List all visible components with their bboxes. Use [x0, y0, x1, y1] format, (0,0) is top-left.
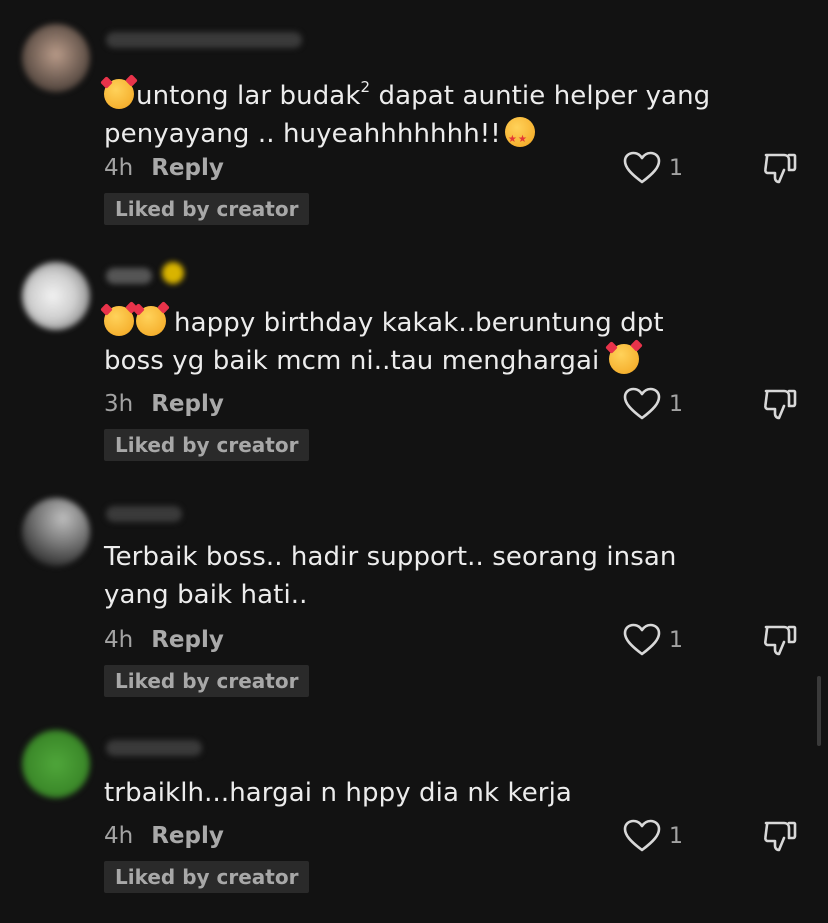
timestamp: 4h	[104, 155, 134, 181]
liked-by-creator-badge: Liked by creator	[104, 429, 310, 461]
comment-meta: 3h Reply	[104, 388, 224, 420]
avatar[interactable]	[22, 498, 90, 566]
smiling-face-with-hearts-icon	[136, 306, 166, 336]
like-count: 1	[669, 391, 683, 417]
thumbs-down-icon[interactable]	[762, 150, 798, 186]
timestamp: 4h	[104, 627, 134, 653]
like-button[interactable]: 1	[623, 150, 683, 186]
like-button[interactable]: 1	[623, 386, 683, 422]
heart-outline-icon	[623, 387, 661, 420]
thumbs-down-icon[interactable]	[762, 818, 798, 854]
liked-by-creator-badge: Liked by creator	[104, 665, 310, 697]
comment-text: Terbaik boss.. hadir support.. seorang i…	[104, 542, 677, 610]
thumbs-down-icon[interactable]	[762, 386, 798, 422]
liked-by-creator-badge: Liked by creator	[104, 861, 310, 893]
comment-meta: 4h Reply	[104, 624, 224, 656]
username[interactable]	[106, 32, 302, 48]
comment-text: untong lar budak2 dapat auntie helper ya…	[104, 68, 744, 159]
star-struck-icon	[504, 117, 535, 159]
smiling-face-with-hearts-icon	[609, 344, 640, 374]
smiling-face-with-hearts-icon	[104, 79, 134, 109]
like-count: 1	[669, 823, 683, 849]
heart-outline-icon	[623, 623, 661, 656]
like-count: 1	[669, 155, 683, 181]
like-button[interactable]: 1	[623, 818, 683, 854]
scrollbar[interactable]	[817, 676, 821, 746]
timestamp: 4h	[104, 823, 134, 849]
timestamp: 3h	[104, 391, 134, 417]
reply-button[interactable]: Reply	[151, 391, 224, 417]
reply-button[interactable]: Reply	[151, 823, 224, 849]
heart-outline-icon	[623, 151, 661, 184]
thumbs-down-icon[interactable]	[762, 622, 798, 658]
comment-text: trbaiklh...hargai n hppy dia nk kerja	[104, 778, 572, 808]
like-count: 1	[669, 627, 683, 653]
avatar[interactable]	[22, 262, 90, 330]
username[interactable]	[106, 740, 202, 756]
comment-meta: 4h Reply	[104, 820, 224, 852]
like-button[interactable]: 1	[623, 622, 683, 658]
liked-by-creator-badge: Liked by creator	[104, 193, 310, 225]
comment-meta: 4h Reply	[104, 152, 224, 184]
username[interactable]	[106, 268, 152, 284]
comment-text: happy birthday kakak..beruntung dpt boss…	[104, 306, 664, 376]
avatar[interactable]	[22, 24, 90, 92]
avatar[interactable]	[22, 730, 90, 798]
heart-outline-icon	[623, 819, 661, 852]
smiling-face-with-hearts-icon	[104, 306, 134, 336]
username[interactable]	[106, 506, 182, 522]
comments-screen: untong lar budak2 dapat auntie helper ya…	[0, 0, 828, 923]
reply-button[interactable]: Reply	[151, 155, 224, 181]
reply-button[interactable]: Reply	[151, 627, 224, 653]
badge-icon	[162, 262, 184, 284]
